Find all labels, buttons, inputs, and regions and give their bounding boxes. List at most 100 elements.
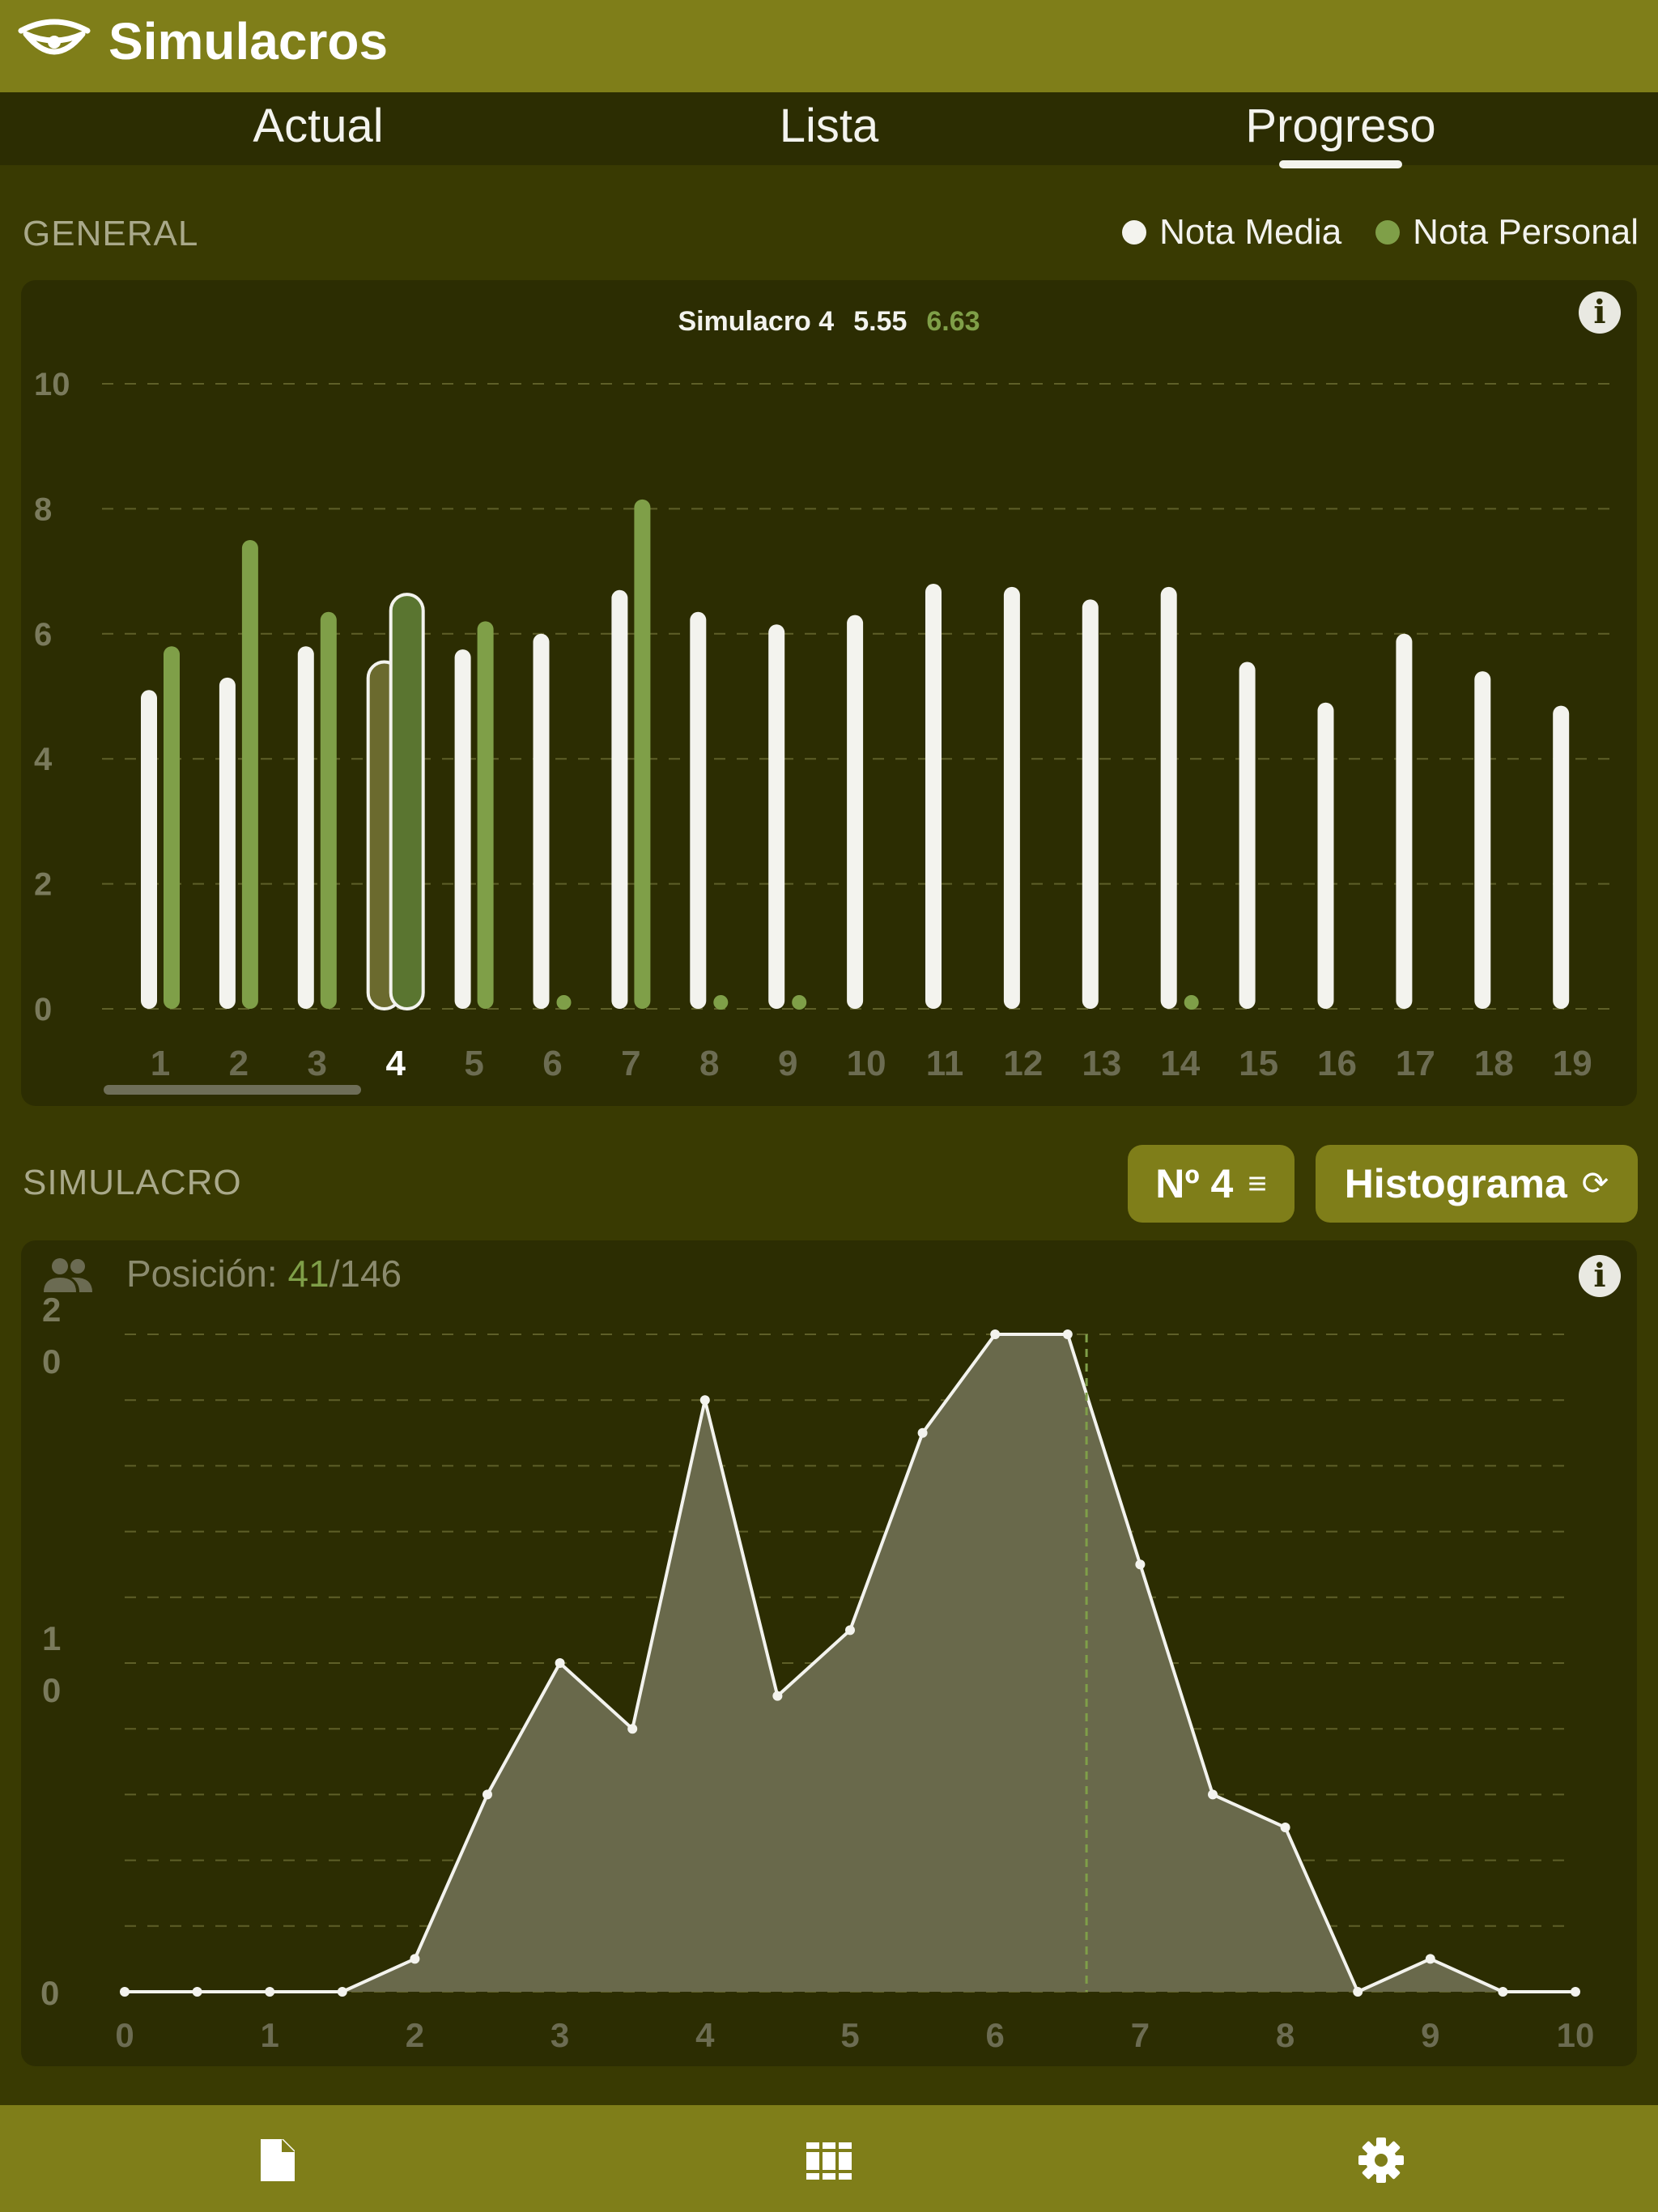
tab-actual[interactable]: Actual xyxy=(116,99,521,153)
histogram-point xyxy=(1280,1823,1290,1832)
document-icon[interactable] xyxy=(253,2136,301,2184)
histogram-point xyxy=(772,1691,783,1701)
bar-nota-media xyxy=(1396,633,1413,1009)
x-tick-label: 14 xyxy=(1160,1044,1200,1083)
x-tick-label: 1 xyxy=(151,1044,170,1083)
histogram-point xyxy=(1498,1987,1508,1997)
x-tick-label: 7 xyxy=(621,1044,640,1083)
bar-nota-personal xyxy=(1184,995,1199,1010)
bar-nota-media xyxy=(1553,705,1570,1009)
bar-nota-media xyxy=(1160,586,1177,1009)
x-tick-label: 17 xyxy=(1396,1044,1435,1083)
y-tick-label: 6 xyxy=(34,617,52,653)
histogram-point xyxy=(483,1789,492,1800)
tab-progreso[interactable]: Progreso xyxy=(1138,99,1543,153)
histogram-point xyxy=(1571,1987,1580,1997)
x-tick-label: 3 xyxy=(551,2016,569,2054)
bar-nota-personal xyxy=(241,540,258,1009)
x-tick-label: 5 xyxy=(464,1044,483,1083)
y-tick-label: 4 xyxy=(34,742,53,777)
chart-scrollbar xyxy=(104,1085,361,1095)
x-tick-label: 16 xyxy=(1317,1044,1357,1083)
bar-nota-media xyxy=(690,611,707,1009)
y-tick-label: 20 xyxy=(42,1291,61,1380)
bar-nota-personal xyxy=(713,995,729,1010)
histogram-point xyxy=(699,1395,710,1406)
histogram-chart[interactable]: 01 02 00 1 2 3 4 5 6 7 8 9 10 xyxy=(0,1240,1658,2066)
bar-nota-media xyxy=(1003,586,1020,1009)
histogram-point xyxy=(1062,1329,1073,1339)
histogram-point xyxy=(1135,1559,1146,1570)
x-tick-label: 13 xyxy=(1082,1044,1121,1083)
legend-dot-personal xyxy=(1375,220,1401,245)
x-tick-label: 18 xyxy=(1474,1044,1514,1083)
histogram-point xyxy=(1208,1789,1218,1800)
y-tick-label: 0 xyxy=(34,992,52,1027)
gear-icon[interactable] xyxy=(1357,2136,1405,2184)
x-tick-label: 2 xyxy=(406,2016,424,2054)
histogram-mode-button[interactable]: Histograma ⟳ xyxy=(1316,1145,1638,1223)
y-tick-label: 8 xyxy=(34,491,52,527)
bar-nota-media xyxy=(219,677,236,1009)
legend-item-nota-personal: Nota Personal xyxy=(1375,212,1639,253)
app-bar: Simulacros xyxy=(0,0,1658,92)
legend-item-nota-media: Nota Media xyxy=(1122,212,1341,253)
bar-nota-personal xyxy=(556,995,572,1010)
tab-lista[interactable]: Lista xyxy=(627,99,1031,153)
bar-nota-personal xyxy=(389,593,425,1010)
bar-nota-media xyxy=(533,633,550,1009)
bar-nota-personal xyxy=(320,611,337,1009)
x-tick-label: 8 xyxy=(699,1044,719,1083)
bar-nota-personal xyxy=(164,646,180,1009)
eye-logo-icon xyxy=(18,19,91,55)
simulacro-number-button[interactable]: Nº 4 ≡ xyxy=(1128,1145,1295,1223)
bar-nota-media xyxy=(768,624,785,1009)
bar-nota-media xyxy=(1474,671,1491,1009)
y-tick-digit: 0 xyxy=(42,1342,61,1380)
histogram-point xyxy=(192,1987,202,1997)
x-tick-label: 15 xyxy=(1239,1044,1278,1083)
histogram-point xyxy=(1353,1987,1363,1997)
x-tick-label: 8 xyxy=(1276,2016,1295,2054)
y-tick-label: 0 xyxy=(40,1974,59,2012)
x-tick-label: 10 xyxy=(1557,2016,1595,2054)
chart-legend: Nota Media Nota Personal xyxy=(1088,212,1639,253)
x-tick-label: 4 xyxy=(695,2016,715,2054)
legend-label-media: Nota Media xyxy=(1159,212,1342,252)
histogram-point xyxy=(410,1954,420,1964)
histogram-point xyxy=(555,1658,565,1668)
x-tick-label: 11 xyxy=(926,1044,964,1083)
x-tick-label: 6 xyxy=(986,2016,1005,2054)
histogram-point xyxy=(917,1427,928,1438)
bar-nota-media xyxy=(1317,702,1334,1009)
bar-nota-media xyxy=(141,690,157,1009)
bar-nota-personal xyxy=(477,621,494,1009)
x-tick-label: 3 xyxy=(308,1044,327,1083)
x-tick-label: 4 xyxy=(385,1044,406,1083)
histogram-point xyxy=(265,1987,275,1997)
histogram-point xyxy=(627,1724,638,1734)
histogram-point xyxy=(845,1625,855,1636)
bar-nota-media xyxy=(925,584,942,1009)
general-section-label: GENERAL xyxy=(23,214,199,253)
x-tick-label: 12 xyxy=(1003,1044,1043,1083)
y-tick-digit: 2 xyxy=(42,1291,61,1329)
legend-label-personal: Nota Personal xyxy=(1413,212,1639,252)
tab-bar: Actual Lista Progreso xyxy=(0,92,1658,165)
bar-chart[interactable]: 02468101 2 3 4 5 6 7 8 9 10 11 12 13 14 15 16 17 18 19 xyxy=(0,280,1658,1106)
bar-nota-personal xyxy=(792,995,807,1010)
app-title: Simulacros xyxy=(108,12,389,70)
bar-nota-personal xyxy=(634,499,651,1009)
histogram-point xyxy=(120,1987,130,1997)
sync-icon: ⟳ xyxy=(1581,1166,1609,1202)
y-tick-label: 10 xyxy=(42,1619,61,1709)
y-tick-label: 10 xyxy=(34,367,70,402)
bar-nota-media xyxy=(1239,661,1256,1009)
histogram-point xyxy=(1425,1954,1435,1964)
legend-dot-media xyxy=(1122,220,1147,245)
simulacro-section-label: SIMULACRO xyxy=(23,1163,242,1202)
x-tick-label: 1 xyxy=(261,2016,279,2054)
books-icon[interactable] xyxy=(805,2136,853,2184)
y-tick-label: 2 xyxy=(34,867,52,903)
x-tick-label: 19 xyxy=(1553,1044,1592,1083)
